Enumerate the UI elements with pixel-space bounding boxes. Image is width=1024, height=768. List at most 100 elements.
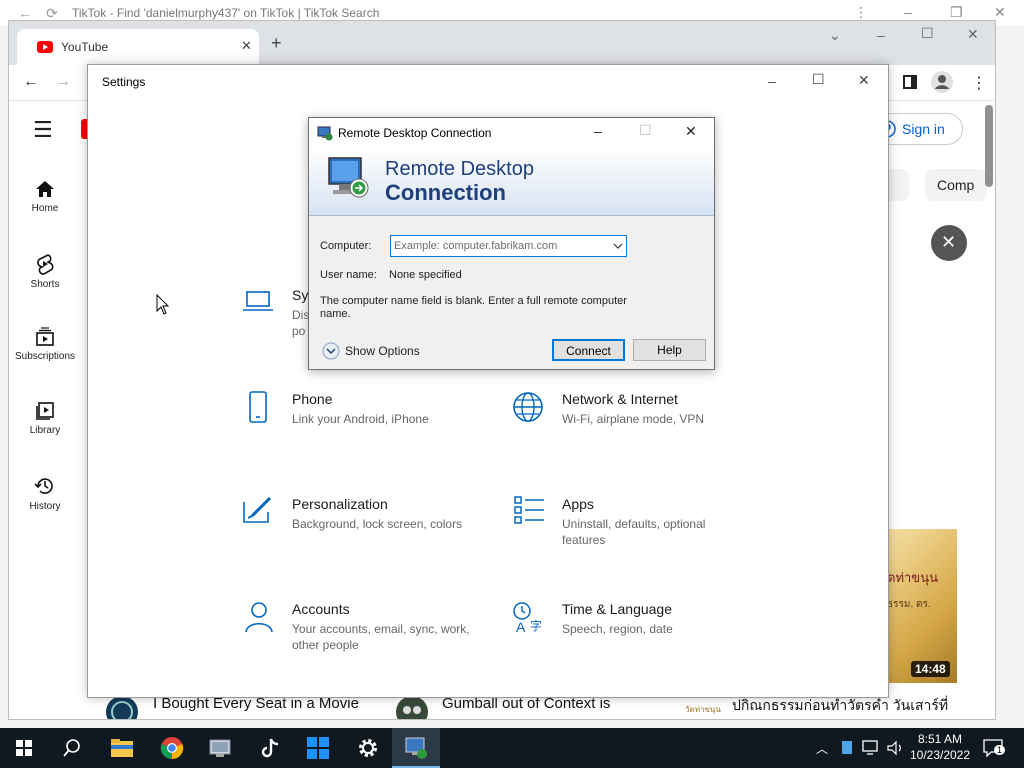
hamburger-menu-icon[interactable]: ☰ — [33, 117, 53, 143]
rdp-app-icon — [405, 737, 427, 759]
tiktok-icon — [261, 738, 279, 758]
tab-close-icon[interactable]: ✕ — [241, 38, 252, 54]
close-icon[interactable]: ✕ — [967, 26, 979, 43]
scrollbar-thumb[interactable] — [985, 105, 993, 187]
maximize-icon: ☐ — [639, 122, 652, 138]
taskbar: ︿ 8:51 AM 10/23/2022 1 — [0, 728, 1024, 768]
profile-avatar-icon[interactable] — [931, 71, 953, 93]
computer-input-placeholder: Example: computer.fabrikam.com — [394, 240, 558, 252]
minimize-icon[interactable]: – — [594, 123, 602, 139]
clock[interactable]: 8:51 AM 10/23/2022 — [908, 731, 972, 763]
forward-icon[interactable]: → — [55, 73, 71, 91]
chevron-down-icon[interactable] — [613, 243, 623, 250]
minimize-icon[interactable]: – — [904, 4, 912, 20]
thumbnail-text: ดท่าขนุน — [887, 570, 938, 585]
tab-search-icon[interactable]: ⌄ — [829, 27, 841, 44]
close-icon[interactable]: ✕ — [858, 72, 870, 89]
settings-item-title: Time & Language — [562, 601, 672, 617]
settings-item-subtitle: Your accounts, email, sync, work, other … — [292, 622, 470, 652]
back-arrow-icon[interactable]: ← — [18, 5, 32, 21]
search-button[interactable] — [48, 728, 96, 768]
sidebar-label: Library — [29, 425, 61, 436]
back-icon[interactable]: ← — [23, 73, 39, 91]
restore-icon[interactable]: ❐ — [950, 4, 963, 21]
sidebar-item-history[interactable]: History — [9, 475, 81, 512]
rdp-computer-icon — [328, 157, 369, 198]
rdp-banner-line2: Connection — [385, 180, 506, 205]
taskbar-chrome[interactable] — [148, 728, 196, 768]
new-tab-icon[interactable]: + — [271, 33, 282, 54]
close-icon: ✕ — [941, 232, 957, 252]
taskbar-settings[interactable] — [344, 728, 392, 768]
maximize-icon[interactable]: ☐ — [812, 71, 825, 88]
start-button[interactable] — [0, 728, 48, 768]
windows-tiles-icon — [307, 737, 329, 759]
maximize-icon[interactable]: ☐ — [921, 25, 934, 42]
taskbar-remote-desktop[interactable] — [392, 728, 440, 768]
help-button[interactable]: Help — [633, 339, 706, 361]
close-icon[interactable]: ✕ — [685, 123, 697, 140]
clock-date: 10/23/2022 — [909, 748, 971, 762]
sign-in-label: Sign in — [902, 121, 945, 137]
show-options-link[interactable]: Show Options — [345, 344, 420, 358]
channel-avatar[interactable] — [395, 695, 429, 719]
volume-icon[interactable] — [886, 740, 904, 756]
monitor-app-icon — [209, 739, 231, 757]
taskbar-file-explorer[interactable] — [98, 728, 146, 768]
tab-label: YouTube — [61, 40, 109, 54]
sidebar-label: Shorts — [30, 279, 60, 290]
globe-icon — [513, 392, 543, 422]
sidebar-label: History — [29, 501, 61, 512]
settings-item-title: Phone — [292, 391, 333, 407]
notification-badge: 1 — [994, 745, 1006, 755]
library-icon — [36, 402, 54, 420]
minimize-icon[interactable]: – — [768, 73, 776, 89]
computer-label: Computer: — [320, 240, 372, 252]
clock-time: 8:51 AM — [917, 732, 963, 746]
channel-avatar-icon — [106, 696, 138, 719]
expand-options-icon[interactable] — [322, 342, 340, 360]
connect-button[interactable]: Connect — [552, 339, 625, 361]
filter-chip[interactable]: Comp — [925, 169, 987, 201]
minimize-icon[interactable]: – — [877, 27, 885, 43]
channel-avatar[interactable] — [105, 695, 139, 719]
home-icon — [36, 181, 54, 197]
settings-item-subtitle: Uninstall, defaults, optional features — [562, 517, 706, 547]
thumbnail-subtext: ธรรม, ดร. — [887, 599, 931, 610]
network-icon[interactable] — [862, 740, 880, 756]
taskbar-app[interactable] — [196, 728, 244, 768]
computer-combobox[interactable]: Example: computer.fabrikam.com — [390, 235, 627, 257]
chevron-up-icon[interactable]: ︿ — [816, 740, 828, 757]
sidebar-item-library[interactable]: Library — [9, 401, 81, 436]
sidebar-item-subscriptions[interactable]: Subscriptions — [9, 327, 81, 362]
settings-item-title: Network & Internet — [562, 391, 678, 407]
settings-item-subtitle: Link your Android, iPhone — [292, 412, 429, 426]
rdp-titlebar: Remote Desktop Connection – ☐ ✕ — [309, 118, 714, 148]
person-icon — [245, 602, 273, 633]
subscriptions-icon — [36, 327, 54, 346]
menu-dots-icon[interactable]: ⋮ — [854, 4, 868, 21]
sidebar-item-home[interactable]: Home — [9, 179, 81, 214]
tab-youtube[interactable]: YouTube ✕ — [17, 29, 259, 65]
video-thumbnail[interactable]: ดท่าขนุน ธรรม, ดร. 14:48 — [887, 529, 957, 683]
gear-icon — [359, 739, 377, 757]
tray-app-icon[interactable] — [842, 741, 852, 754]
chrome-menu-icon[interactable]: ⋮ — [971, 73, 987, 93]
rdp-title: Remote Desktop Connection — [338, 126, 492, 140]
chip-label: Comp — [937, 177, 975, 193]
taskbar-start-menu[interactable] — [294, 728, 342, 768]
sidebar-item-shorts[interactable]: Shorts — [9, 253, 81, 290]
rdp-dialog: Remote Desktop Connection – ☐ ✕ Remote D… — [308, 117, 715, 370]
settings-item-title: Apps — [562, 496, 594, 512]
sidepanel-icon[interactable] — [903, 75, 917, 89]
username-value: None specified — [389, 269, 462, 281]
settings-item-title: Personalization — [292, 496, 388, 512]
video-title[interactable]: ปกิณกธรรมก่อนทำวัตรค่ำ วันเสาร์ที่ — [732, 695, 948, 717]
channel-avatar[interactable]: วัดท่าขนุน — [685, 703, 721, 717]
close-icon[interactable]: ✕ — [994, 4, 1006, 21]
dismiss-button[interactable]: ✕ — [931, 225, 967, 261]
tab-strip: YouTube ✕ + ⌄ – ☐ ✕ — [9, 21, 995, 65]
rdp-app-icon — [317, 126, 333, 141]
taskbar-tiktok[interactable] — [246, 728, 294, 768]
notification-center-button[interactable]: 1 — [980, 736, 1008, 760]
